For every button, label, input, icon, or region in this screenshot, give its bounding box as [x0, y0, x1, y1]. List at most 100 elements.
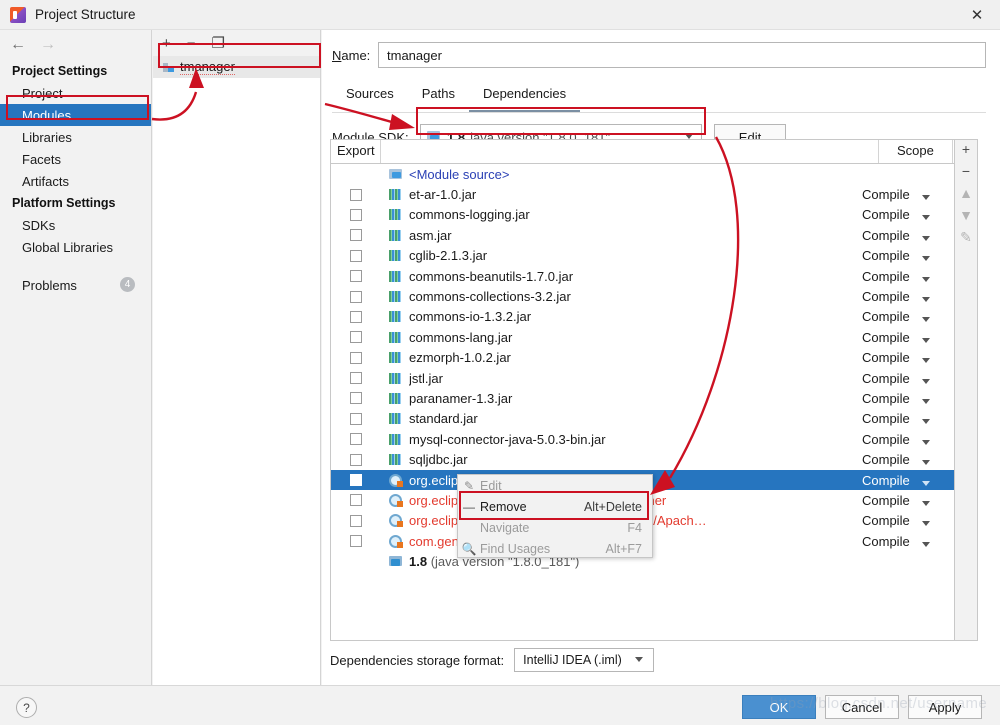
sidebar-item-libraries[interactable]: Libraries — [0, 126, 151, 148]
export-checkbox[interactable] — [350, 208, 362, 221]
export-checkbox[interactable] — [350, 229, 362, 242]
export-checkbox-cell[interactable] — [331, 392, 381, 405]
context-menu-item-find-usages[interactable]: 🔍 Find Usages Alt+F7 — [458, 538, 652, 559]
forward-arrow-icon[interactable]: → — [40, 36, 56, 54]
move-up-icon[interactable]: ▲ — [959, 186, 973, 202]
module-list-item-tmanager[interactable]: tmanager — [153, 56, 320, 78]
table-row[interactable]: jstl.jar Compile — [331, 368, 954, 388]
export-checkbox[interactable] — [350, 474, 362, 487]
scope-select[interactable]: Compile — [858, 473, 954, 488]
edit-dependency-icon[interactable]: ✎ — [960, 230, 972, 246]
scope-select[interactable]: Compile — [858, 350, 954, 365]
dependency-name: cglib-2.1.3.jar — [409, 248, 488, 264]
export-checkbox-cell[interactable] — [331, 249, 381, 262]
export-checkbox[interactable] — [350, 535, 362, 548]
export-checkbox-cell[interactable] — [331, 514, 381, 527]
sidebar-item-sdks[interactable]: SDKs — [0, 214, 151, 236]
export-checkbox[interactable] — [350, 433, 362, 446]
export-checkbox-cell[interactable] — [331, 208, 381, 221]
export-checkbox-cell[interactable] — [331, 351, 381, 364]
table-row[interactable]: commons-logging.jar Compile — [331, 205, 954, 225]
tab-paths[interactable]: Paths — [408, 82, 469, 112]
export-checkbox[interactable] — [350, 494, 362, 507]
table-row[interactable]: <Module source> — [331, 164, 954, 184]
export-checkbox[interactable] — [350, 188, 362, 201]
export-checkbox-cell[interactable] — [331, 412, 381, 425]
export-checkbox-cell[interactable] — [331, 535, 381, 548]
export-checkbox-cell[interactable] — [331, 494, 381, 507]
export-checkbox-cell[interactable] — [331, 290, 381, 303]
export-checkbox-cell[interactable] — [331, 310, 381, 323]
table-row[interactable]: commons-collections-3.2.jar Compile — [331, 286, 954, 306]
tab-dependencies[interactable]: Dependencies — [468, 82, 581, 112]
module-name-input[interactable]: tmanager — [378, 42, 986, 68]
export-checkbox[interactable] — [350, 310, 362, 323]
export-checkbox-cell[interactable] — [331, 433, 381, 446]
export-checkbox[interactable] — [350, 331, 362, 344]
scope-select[interactable]: Compile — [858, 432, 954, 447]
table-row[interactable]: cglib-2.1.3.jar Compile — [331, 246, 954, 266]
context-menu-item-navigate[interactable]: Navigate F4 — [458, 517, 652, 538]
table-row[interactable]: mysql-connector-java-5.0.3-bin.jar Compil… — [331, 429, 954, 449]
table-row[interactable]: asm.jar Compile — [331, 225, 954, 245]
sidebar-item-artifacts[interactable]: Artifacts — [0, 170, 151, 192]
scope-select[interactable]: Compile — [858, 187, 954, 202]
context-menu-item-remove[interactable]: — Remove Alt+Delete — [458, 496, 652, 517]
storage-format-select[interactable]: IntelliJ IDEA (.iml) — [514, 648, 655, 672]
sidebar-item-global-libraries[interactable]: Global Libraries — [0, 236, 151, 258]
add-module-icon[interactable]: + — [162, 36, 171, 51]
export-checkbox[interactable] — [350, 290, 362, 303]
sidebar-item-project[interactable]: Project — [0, 82, 151, 104]
scope-select[interactable]: Compile — [858, 309, 954, 324]
scope-select[interactable]: Compile — [858, 371, 954, 386]
export-checkbox[interactable] — [350, 270, 362, 283]
remove-module-icon[interactable]: − — [187, 36, 196, 51]
remove-dependency-icon[interactable]: − — [962, 164, 970, 180]
export-checkbox[interactable] — [350, 249, 362, 262]
scope-select[interactable]: Compile — [858, 330, 954, 345]
export-checkbox[interactable] — [350, 412, 362, 425]
add-dependency-icon[interactable]: + — [962, 142, 970, 158]
context-menu-item-edit[interactable]: ✎ Edit — [458, 475, 652, 496]
scope-select[interactable]: Compile — [858, 452, 954, 467]
scope-select[interactable]: Compile — [858, 248, 954, 263]
scope-select[interactable]: Compile — [858, 269, 954, 284]
scope-select[interactable]: Compile — [858, 534, 954, 549]
close-icon[interactable]: ✕ — [954, 0, 1000, 30]
export-checkbox[interactable] — [350, 514, 362, 527]
export-checkbox-cell[interactable] — [331, 331, 381, 344]
scope-select[interactable]: Compile — [858, 289, 954, 304]
export-checkbox-cell[interactable] — [331, 229, 381, 242]
scope-select[interactable]: Compile — [858, 513, 954, 528]
table-row[interactable]: commons-beanutils-1.7.0.jar Compile — [331, 266, 954, 286]
back-arrow-icon[interactable]: ← — [10, 36, 26, 54]
scope-select[interactable]: Compile — [858, 228, 954, 243]
table-row[interactable]: ezmorph-1.0.2.jar Compile — [331, 348, 954, 368]
help-button[interactable]: ? — [16, 697, 37, 718]
copy-module-icon[interactable]: ❐ — [212, 36, 225, 51]
tab-sources[interactable]: Sources — [332, 82, 408, 112]
sidebar-item-modules[interactable]: Modules — [0, 104, 151, 126]
scope-select[interactable]: Compile — [858, 493, 954, 508]
export-checkbox-cell[interactable] — [331, 188, 381, 201]
table-row[interactable]: paranamer-1.3.jar Compile — [331, 388, 954, 408]
sidebar-item-problems[interactable]: Problems 4 — [0, 274, 151, 296]
table-row[interactable]: et-ar-1.0.jar Compile — [331, 184, 954, 204]
move-down-icon[interactable]: ▼ — [959, 208, 973, 224]
export-checkbox[interactable] — [350, 372, 362, 385]
export-checkbox[interactable] — [350, 392, 362, 405]
table-row[interactable]: standard.jar Compile — [331, 409, 954, 429]
table-row[interactable]: sqljdbc.jar Compile — [331, 449, 954, 469]
sidebar-item-facets[interactable]: Facets — [0, 148, 151, 170]
export-checkbox-cell[interactable] — [331, 453, 381, 466]
scope-select[interactable]: Compile — [858, 411, 954, 426]
export-checkbox[interactable] — [350, 351, 362, 364]
export-checkbox-cell[interactable] — [331, 474, 381, 487]
table-row[interactable]: commons-lang.jar Compile — [331, 327, 954, 347]
export-checkbox-cell[interactable] — [331, 270, 381, 283]
scope-select[interactable]: Compile — [858, 391, 954, 406]
table-row[interactable]: commons-io-1.3.2.jar Compile — [331, 307, 954, 327]
export-checkbox-cell[interactable] — [331, 372, 381, 385]
scope-select[interactable]: Compile — [858, 207, 954, 222]
export-checkbox[interactable] — [350, 453, 362, 466]
